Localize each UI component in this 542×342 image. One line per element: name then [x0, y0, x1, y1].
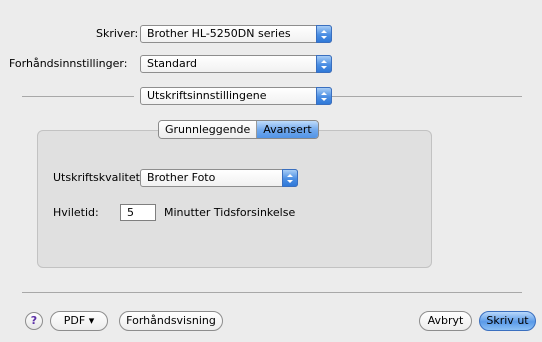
quality-popup[interactable]: Brother Foto [140, 169, 298, 187]
updown-arrows-icon [282, 169, 298, 187]
presets-popup-value: Standard [147, 57, 198, 70]
presets-popup[interactable]: Standard [140, 55, 332, 73]
sleep-unit-label: Minutter Tidsforsinkelse [164, 206, 296, 219]
cancel-button[interactable]: Avbryt [419, 311, 472, 331]
preview-button[interactable]: Forhåndsvisning [119, 311, 223, 331]
sleep-time-field[interactable]: 5 [120, 204, 156, 221]
panel-selector-value: Utskriftsinnstillingene [147, 89, 267, 102]
printer-popup[interactable]: Brother HL-5250DN series [140, 25, 332, 43]
updown-arrows-icon [316, 25, 332, 43]
print-button[interactable]: Skriv ut [479, 311, 536, 331]
quality-label: Utskriftskvalitet: [53, 171, 144, 184]
help-icon[interactable]: ? [25, 312, 43, 330]
sleep-label: Hviletid: [53, 206, 99, 219]
presets-label: Forhåndsinnstillinger: [9, 57, 128, 70]
panel-selector-popup[interactable]: Utskriftsinnstillingene [140, 87, 332, 105]
updown-arrows-icon [316, 87, 332, 105]
separator-right [332, 96, 522, 97]
tab-avansert[interactable]: Avansert [257, 121, 318, 138]
footer-separator [22, 292, 522, 293]
printer-label: Skriver: [96, 27, 139, 40]
pdf-button[interactable]: PDF ▾ [50, 311, 108, 331]
settings-group-box [37, 130, 432, 268]
updown-arrows-icon [316, 55, 332, 73]
separator-left [22, 96, 134, 97]
tab-grunnleggende[interactable]: Grunnleggende [159, 121, 258, 138]
printer-popup-value: Brother HL-5250DN series [147, 27, 291, 40]
quality-popup-value: Brother Foto [147, 171, 216, 184]
tab-bar: Grunnleggende Avansert [158, 120, 319, 139]
